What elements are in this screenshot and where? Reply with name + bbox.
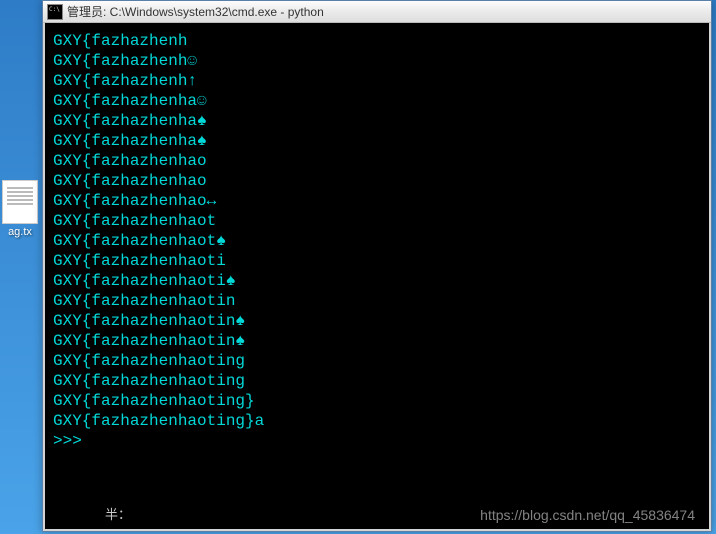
terminal-line: GXY{fazhazhenhaoting} [53,391,701,411]
terminal-line: GXY{fazhazhenhao [53,171,701,191]
terminal-line: GXY{fazhazhenh [53,31,701,51]
ime-status: 半： [105,505,131,525]
terminal-line: GXY{fazhazhenha☺ [53,91,701,111]
watermark: https://blog.csdn.net/qq_45836474 [480,505,695,525]
terminal-line: GXY{fazhazhenhaoting [53,351,701,371]
terminal-line: GXY{fazhazhenhaot♠ [53,231,701,251]
terminal-line: GXY{fazhazhenhaotin♠ [53,311,701,331]
file-icon [2,180,38,224]
terminal-line: GXY{fazhazhenhao [53,151,701,171]
terminal-line: GXY{fazhazhenha♠ [53,111,701,131]
terminal-line: GXY{fazhazhenhaot [53,211,701,231]
desktop-icon-label: ag.tx [0,226,40,238]
python-prompt: >>> [53,431,701,451]
terminal-line: GXY{fazhazhenhao↔ [53,191,701,211]
terminal-line: GXY{fazhazhenhaoti♠ [53,271,701,291]
window-title: 管理员: C:\Windows\system32\cmd.exe - pytho… [67,3,324,20]
terminal-line: GXY{fazhazhenhaotin [53,291,701,311]
desktop-file-icon[interactable]: ag.tx [0,180,40,238]
title-bar[interactable]: 管理员: C:\Windows\system32\cmd.exe - pytho… [43,1,711,23]
cmd-icon [47,4,63,20]
cmd-window: 管理员: C:\Windows\system32\cmd.exe - pytho… [42,0,712,532]
terminal-output[interactable]: GXY{fazhazhenhGXY{fazhazhenh☺GXY{fazhazh… [43,23,711,531]
terminal-line: GXY{fazhazhenhaoti [53,251,701,271]
terminal-line: GXY{fazhazhenh☺ [53,51,701,71]
terminal-line: GXY{fazhazhenhaotin♠ [53,331,701,351]
terminal-line: GXY{fazhazhenha♠ [53,131,701,151]
terminal-line: GXY{fazhazhenh↑ [53,71,701,91]
terminal-line: GXY{fazhazhenhaoting [53,371,701,391]
terminal-line: GXY{fazhazhenhaoting}a [53,411,701,431]
